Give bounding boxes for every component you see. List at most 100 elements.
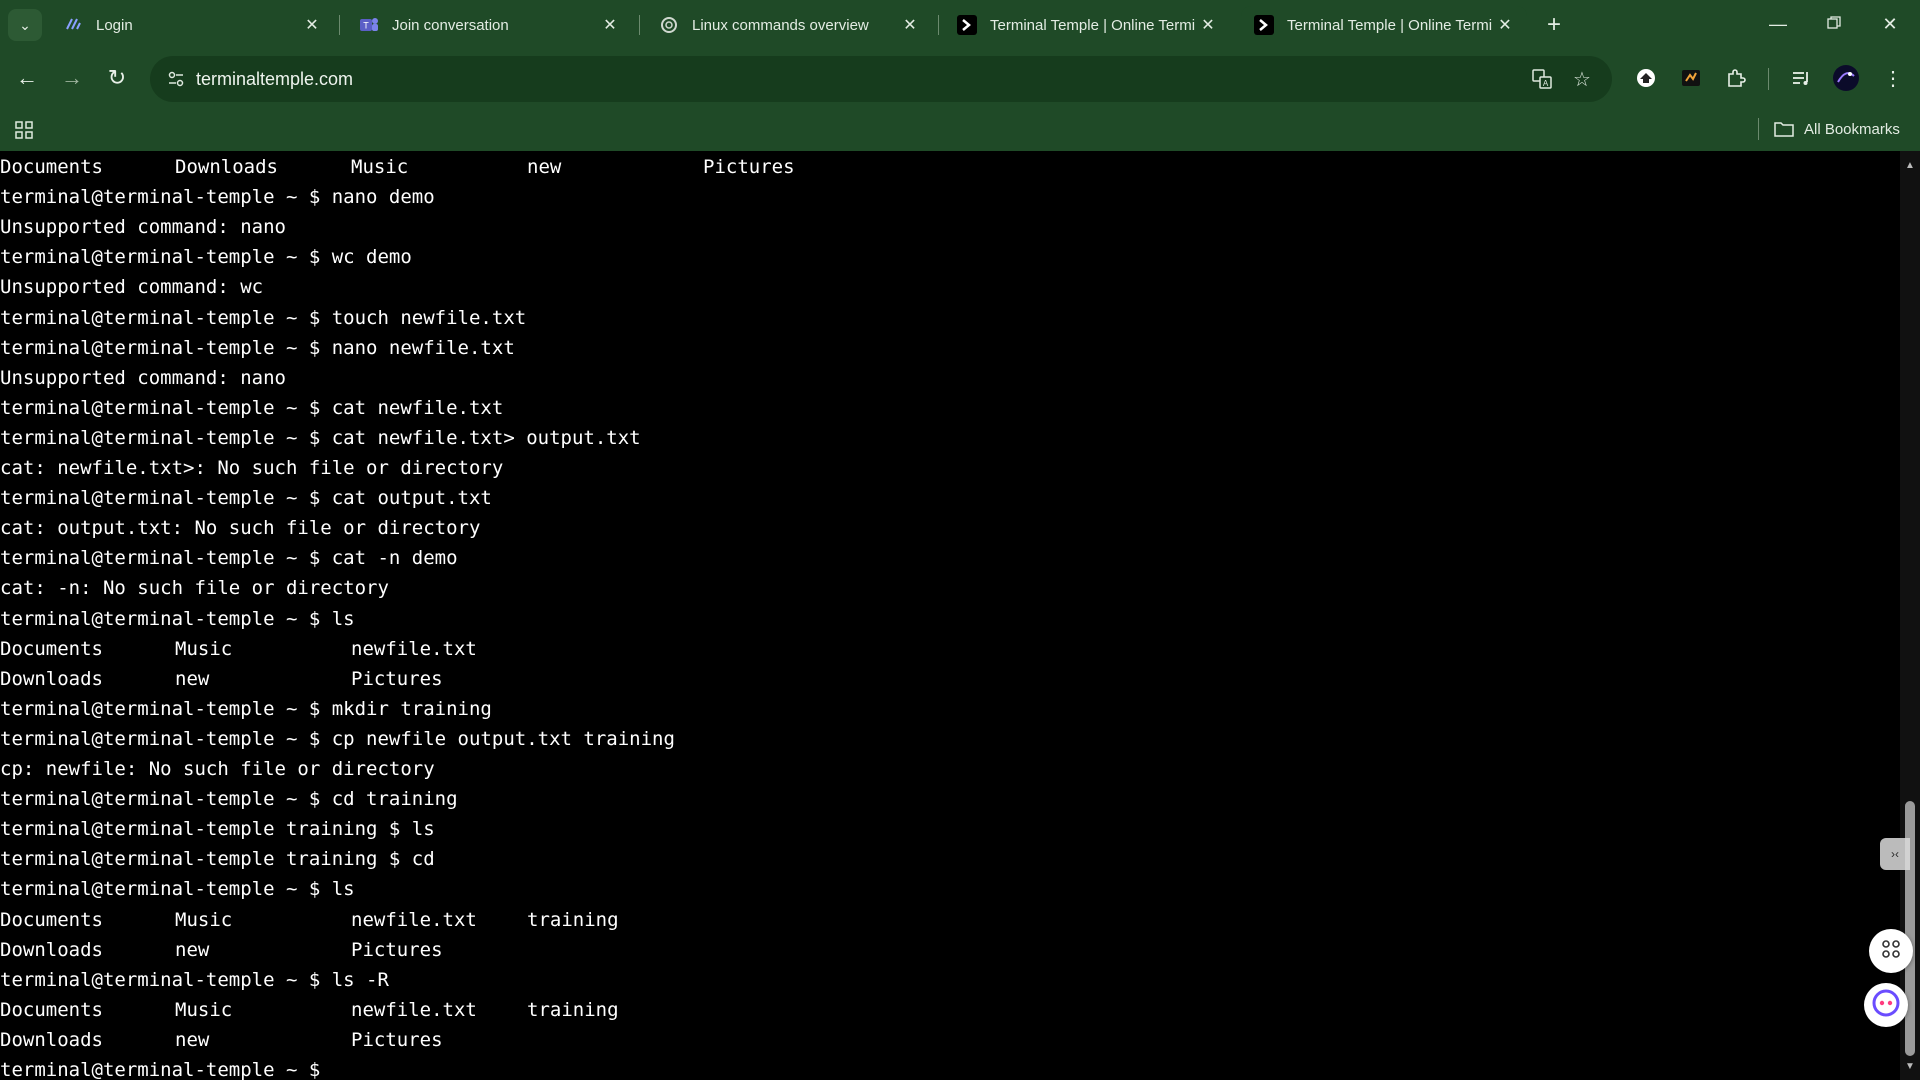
command-icon: [1880, 938, 1902, 965]
new-tab-button[interactable]: +: [1538, 10, 1570, 40]
floating-apps-button[interactable]: [1869, 929, 1913, 973]
folder-icon: [1774, 121, 1794, 137]
tab-title: Linux commands overview: [692, 16, 869, 34]
toolbar-separator: [1768, 68, 1769, 90]
listing-entry: Pictures: [351, 667, 443, 690]
arrow-left-icon: ←: [16, 65, 38, 90]
minimize-button[interactable]: —: [1750, 0, 1806, 48]
address-bar[interactable]: terminaltemple.com A ☆: [150, 56, 1612, 102]
terminal-line: terminal@terminal-temple ~ $ touch newfi…: [0, 306, 527, 329]
restore-button[interactable]: [1806, 0, 1862, 48]
listing-entry: Pictures: [351, 938, 443, 961]
tab-separator: [938, 15, 939, 35]
listing-entry: Downloads: [0, 938, 103, 961]
terminal-line: Unsupported command: nano: [0, 216, 286, 239]
url-text: terminaltemple.com: [196, 69, 354, 89]
listing-entry: newfile.txt: [351, 637, 477, 660]
listing-entry: Downloads: [175, 156, 278, 178]
terminal-line: terminal@terminal-temple ~ $ cat output.…: [0, 487, 492, 510]
listing-entry: new: [527, 156, 562, 178]
toolbar: ← → ↻ terminaltemple.com A ☆ ⋮: [0, 50, 1920, 108]
floating-side-panel-tab[interactable]: ›‹: [1880, 838, 1910, 870]
minimize-icon: —: [1769, 13, 1787, 34]
terminal-line: terminal@terminal-temple ~ $ nano demo: [0, 186, 435, 209]
close-tab-icon[interactable]: ✕: [598, 13, 622, 37]
tab-search-button[interactable]: ⌄: [8, 9, 42, 41]
terminal-line: cp: newfile: No such file or directory: [0, 758, 435, 780]
svg-text:A: A: [1543, 79, 1549, 88]
arrow-right-icon: →: [61, 65, 83, 90]
listing-entry: training: [527, 908, 619, 931]
listing-entry: Documents: [0, 156, 103, 178]
listing-entry: new: [175, 1028, 210, 1051]
menu-button[interactable]: ⋮: [1877, 62, 1909, 94]
forward-button[interactable]: →: [54, 60, 90, 96]
terminal-line: cat: newfile.txt>: No such file or direc…: [0, 457, 504, 479]
openai-favicon-icon: [658, 14, 680, 36]
listing-entry: Music: [175, 908, 233, 931]
terminal-line: terminal@terminal-temple ~ $ cd training: [0, 788, 458, 811]
collapse-arrows-icon: ›‹: [1891, 847, 1899, 861]
terminal-line: terminal@terminal-temple training $ ls: [0, 818, 435, 841]
terminal-line: terminal@terminal-temple ~ $ nano newfil…: [0, 336, 515, 359]
media-control-icon[interactable]: [1785, 62, 1817, 94]
listing-entry: new: [175, 667, 210, 690]
terminal-line: terminal@terminal-temple ~ $ ls -R: [0, 968, 389, 991]
tab-linux-commands-overview[interactable]: Linux commands overview ✕: [646, 6, 932, 44]
tab-login[interactable]: Login ✕: [50, 6, 334, 44]
close-tab-icon[interactable]: ✕: [1196, 13, 1220, 37]
close-icon: ✕: [1882, 13, 1898, 34]
assistant-face-icon: [1871, 988, 1901, 1023]
terminal-line: terminal@terminal-temple ~ $ ls: [0, 878, 355, 901]
terminal-line: terminal@terminal-temple ~ $ wc demo: [0, 246, 412, 269]
apps-grid-icon[interactable]: [10, 116, 38, 144]
bookmarks-separator: [1758, 118, 1759, 140]
listing-entry: Documents: [0, 908, 103, 931]
listing-entry: new: [175, 938, 210, 961]
svg-text:T: T: [363, 21, 369, 31]
terminal-line: terminal@terminal-temple ~ $ ls: [0, 607, 355, 630]
close-window-button[interactable]: ✕: [1862, 0, 1918, 48]
extension-icon[interactable]: [1630, 62, 1662, 94]
terminal-line: terminal@terminal-temple ~ $ mkdir train…: [0, 697, 492, 720]
bookmark-star-icon[interactable]: ☆: [1568, 65, 1596, 93]
close-tab-icon[interactable]: ✕: [1493, 13, 1517, 37]
terminal-line: terminal@terminal-temple ~ $: [0, 1059, 321, 1080]
listing-entry: newfile.txt: [351, 908, 477, 931]
listing-entry: Music: [351, 156, 409, 178]
listing-entry: Downloads: [0, 1028, 103, 1051]
floating-assistant-button[interactable]: [1864, 983, 1908, 1027]
bookmarks-bar: All Bookmarks: [0, 108, 1920, 151]
terminal-line: cat: -n: No such file or directory: [0, 577, 389, 600]
translate-icon[interactable]: A: [1528, 65, 1556, 93]
listing-entry: Music: [175, 637, 233, 660]
swirl-favicon-icon: [62, 14, 84, 36]
terminal-line: terminal@terminal-temple ~ $ cat -n demo: [0, 547, 458, 570]
reload-icon: ↻: [107, 65, 127, 90]
site-settings-icon[interactable]: [162, 65, 190, 93]
terminal-line: Unsupported command: nano: [0, 366, 286, 389]
extensions-puzzle-icon[interactable]: [1720, 62, 1752, 94]
profile-avatar[interactable]: [1830, 62, 1862, 94]
scroll-up-arrow-icon[interactable]: ▲: [1900, 155, 1920, 175]
all-bookmarks-button[interactable]: All Bookmarks: [1774, 114, 1900, 144]
reload-button[interactable]: ↻: [99, 60, 135, 96]
back-button[interactable]: ←: [9, 60, 45, 96]
all-bookmarks-label: All Bookmarks: [1804, 120, 1900, 138]
tab-terminal-temple-active[interactable]: Terminal Temple | Online Termin ✕: [1241, 6, 1527, 44]
chevron-down-icon: ⌄: [19, 16, 31, 33]
tab-strip: ⌄ Login ✕ T Join conversation ✕ Linux co…: [0, 0, 1920, 50]
tab-title: Terminal Temple | Online Termin: [990, 16, 1196, 34]
close-tab-icon[interactable]: ✕: [898, 13, 922, 37]
close-tab-icon[interactable]: ✕: [300, 13, 324, 37]
terminal-line: terminal@terminal-temple ~ $ cat newfile…: [0, 396, 504, 419]
terminal-output[interactable]: Documents Downloads Music new Pictures termin…: [0, 151, 1900, 1080]
more-vertical-icon: ⋮: [1883, 67, 1903, 90]
tab-join-conversation[interactable]: T Join conversation ✕: [346, 6, 632, 44]
listing-entry: Music: [175, 998, 233, 1021]
restore-icon: [1827, 14, 1841, 35]
extension-icon[interactable]: [1675, 62, 1707, 94]
scroll-down-arrow-icon[interactable]: ▼: [1900, 1056, 1920, 1076]
listing-entry: newfile.txt: [351, 998, 477, 1021]
tab-terminal-temple[interactable]: Terminal Temple | Online Termin ✕: [944, 6, 1230, 44]
